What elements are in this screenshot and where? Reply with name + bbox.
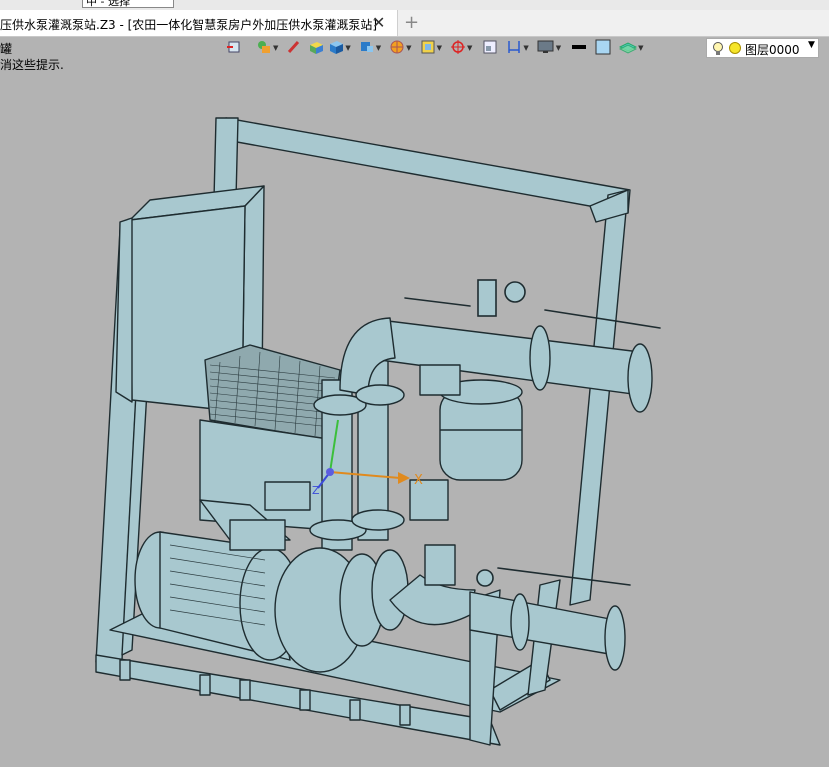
- view-toolbar: ▼ ▼ ▼ ▼ ▼ ▼ ▼ ▼ ▼: [226, 39, 644, 57]
- shaded-box-icon[interactable]: [308, 39, 324, 58]
- dimension-icon[interactable]: [506, 39, 522, 58]
- axis-filter-icon[interactable]: [450, 39, 466, 58]
- pen-marker-icon[interactable]: [286, 39, 302, 58]
- exit-sketch-icon[interactable]: [226, 39, 242, 58]
- pump-station-model: X Z: [95, 117, 661, 746]
- render-wheel-icon[interactable]: [389, 39, 405, 58]
- history-shape-icon[interactable]: [256, 39, 272, 58]
- document-tab[interactable]: 压供水泵灌溉泵站.Z3 - [农田一体化智慧泵房户外加压供水泵灌溉泵站] ✕: [0, 10, 398, 36]
- prompt-line-2: 消这些提示.: [0, 58, 64, 72]
- line-style-icon[interactable]: [571, 39, 587, 58]
- new-tab-button[interactable]: +: [404, 12, 419, 33]
- layer-name: 图层0000: [745, 43, 800, 57]
- monitor-icon[interactable]: [537, 39, 555, 58]
- document-tab-title: 压供水泵灌溉泵站.Z3 - [农田一体化智慧泵房户外加压供水泵灌溉泵站]: [0, 18, 377, 32]
- color-square-icon[interactable]: [595, 39, 611, 58]
- sheet-window-icon[interactable]: [482, 39, 498, 58]
- chevron-down-icon[interactable]: ▼: [808, 40, 815, 50]
- layer-selector[interactable]: 图层0000 ▼: [706, 38, 819, 58]
- selection-filter-combo[interactable]: 中 - 选择: [82, 0, 174, 8]
- layer-color-dot: [729, 42, 741, 54]
- view-cube-icon[interactable]: [359, 39, 375, 58]
- display-mode-icon[interactable]: [420, 39, 436, 58]
- prompt-line-1: 罐: [0, 42, 13, 56]
- document-tab-bar: 压供水泵灌溉泵站.Z3 - [农田一体化智慧泵房户外加压供水泵灌溉泵站] ✕ +: [0, 10, 829, 37]
- triad-z-label: Z: [312, 484, 320, 497]
- light-bulb-icon[interactable]: [711, 41, 725, 60]
- triad-x-label: X: [414, 473, 423, 488]
- layer-stack-icon[interactable]: [619, 39, 638, 58]
- blue-cube-icon[interactable]: [328, 39, 344, 58]
- close-tab-icon[interactable]: ✕: [372, 13, 385, 32]
- top-toolbar-strip: 中 - 选择: [0, 0, 829, 10]
